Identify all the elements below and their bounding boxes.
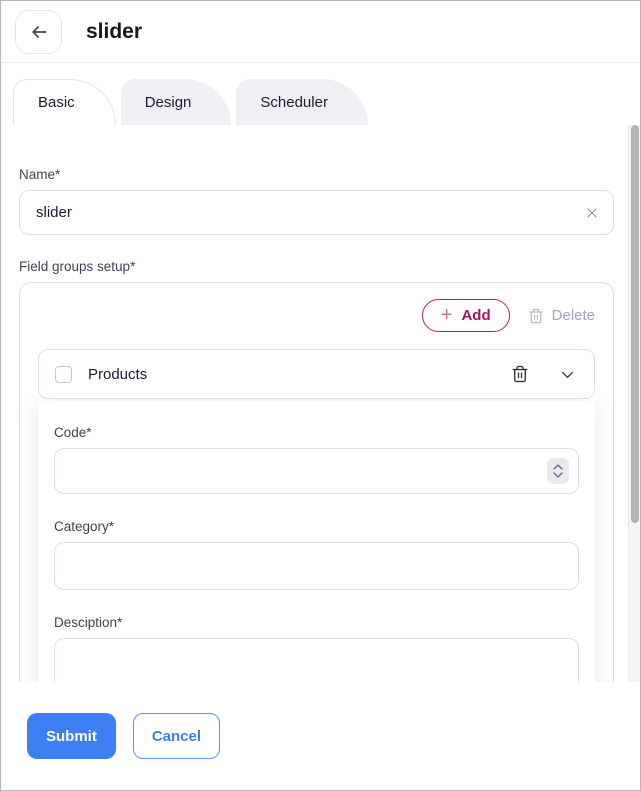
group-accordion-header[interactable]: Products (38, 349, 595, 399)
add-button-label: Add (461, 307, 490, 324)
tab-design[interactable]: Design (121, 79, 232, 125)
code-input[interactable] (54, 448, 579, 494)
description-field-label: Desciption* (54, 615, 579, 630)
clear-name-button[interactable] (585, 206, 599, 220)
chevron-down-icon (553, 472, 563, 478)
chevron-down-icon (559, 366, 576, 383)
tab-basic[interactable]: Basic (13, 79, 116, 125)
footer: Submit Cancel (1, 682, 640, 790)
category-field: Category* (54, 519, 579, 590)
name-field-wrap (19, 190, 614, 235)
delete-button-label: Delete (552, 307, 595, 324)
arrow-left-icon (29, 22, 49, 42)
vertical-scrollbar-track[interactable] (628, 125, 640, 682)
add-group-button[interactable]: + Add (422, 299, 510, 332)
header: slider (1, 1, 640, 63)
chevron-up-icon (553, 464, 563, 470)
code-field-label: Code* (54, 425, 579, 440)
field-groups-container: + Add Delete (19, 282, 614, 682)
page-title: slider (86, 20, 142, 44)
group-delete-button[interactable] (511, 365, 529, 383)
category-input[interactable] (54, 542, 579, 590)
tab-scheduler-label: Scheduler (260, 94, 328, 111)
tab-design-label: Design (145, 94, 192, 111)
trash-icon (511, 365, 529, 383)
group-checkbox[interactable] (55, 366, 72, 383)
name-field-label: Name* (19, 167, 614, 182)
cancel-button[interactable]: Cancel (133, 713, 220, 759)
tab-bar: Basic Design Scheduler (1, 63, 640, 125)
app-window: slider Basic Design Scheduler Name* (0, 0, 641, 791)
category-field-label: Category* (54, 519, 579, 534)
tab-scheduler[interactable]: Scheduler (236, 79, 368, 125)
form-content: Name* Field groups setup* + Add (1, 125, 628, 682)
field-groups-label: Field groups setup* (19, 259, 614, 274)
description-field: Desciption* (54, 615, 579, 682)
x-icon (585, 206, 599, 220)
trash-icon (528, 308, 544, 324)
vertical-scrollbar-thumb[interactable] (631, 125, 639, 523)
description-input[interactable] (54, 638, 579, 682)
group-collapse-button[interactable] (559, 366, 576, 383)
group-fields-panel: Code* (38, 401, 595, 682)
code-field: Code* (54, 425, 579, 494)
back-button[interactable] (15, 10, 62, 54)
name-input[interactable] (19, 190, 614, 235)
submit-button[interactable]: Submit (27, 713, 116, 759)
code-number-stepper[interactable] (547, 458, 569, 484)
delete-group-button[interactable]: Delete (528, 307, 595, 324)
plus-icon: + (441, 305, 453, 325)
group-toolbar: + Add Delete (38, 299, 595, 332)
form-scroll-area: Name* Field groups setup* + Add (1, 125, 640, 682)
tab-basic-label: Basic (38, 94, 75, 111)
group-title: Products (88, 366, 147, 383)
